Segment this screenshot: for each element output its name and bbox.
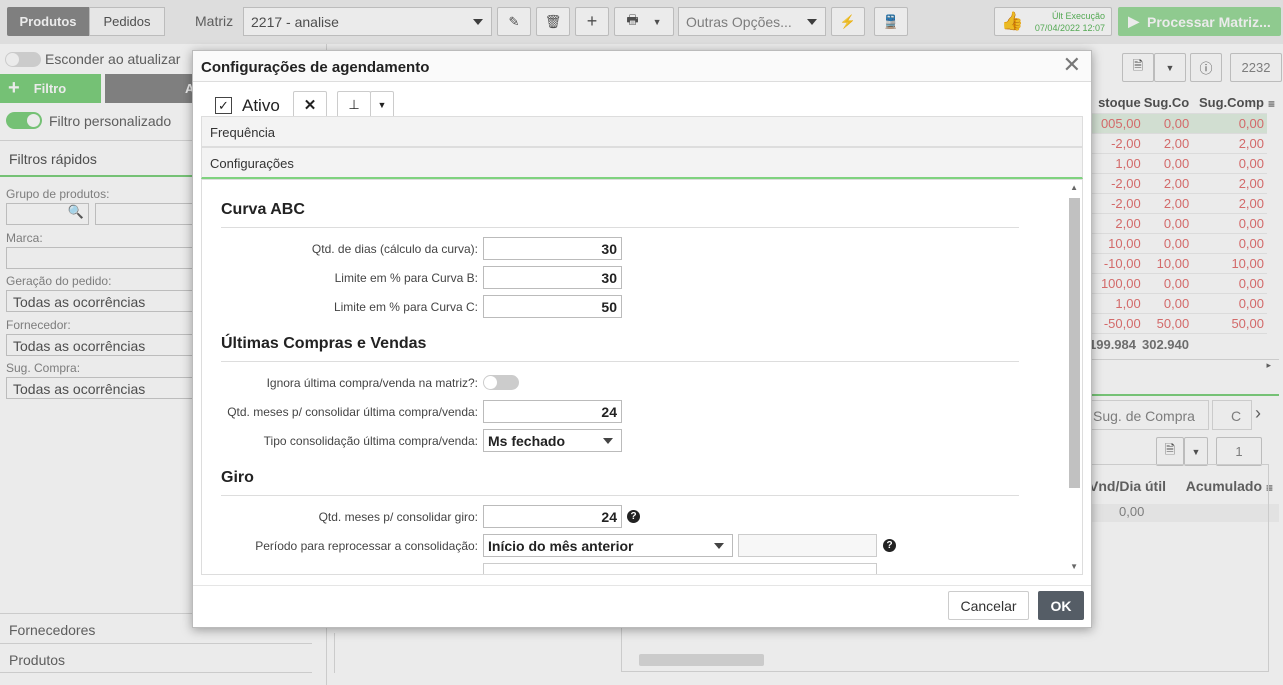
ativo-label: Ativo	[242, 96, 280, 115]
cancelar-button[interactable]: Cancelar	[948, 591, 1029, 620]
frequencia-section[interactable]: Frequência	[201, 116, 1083, 147]
brush-icon: ⊥	[348, 97, 360, 112]
tipo-consol-label: Tipo consolidação última compra/venda:	[263, 434, 478, 448]
limite-b-input[interactable]: 30	[483, 266, 622, 289]
qtd-meses-giro-label: Qtd. meses p/ consolidar giro:	[318, 510, 478, 524]
curva-abc-title: Curva ABC	[221, 201, 305, 218]
qtd-meses-giro-input[interactable]: 24	[483, 505, 622, 528]
scroll-up-icon[interactable]: ▲	[1070, 183, 1078, 192]
tipo-consol-value: Ms fechado	[488, 432, 566, 449]
periodo-label: Período para reprocessar a consolidação:	[255, 539, 478, 553]
scroll-down-icon[interactable]: ▼	[1070, 562, 1078, 571]
dialog-header: Configurações de agendamento ✕	[193, 51, 1091, 82]
periodo-value: Início do mês anterior	[488, 537, 634, 554]
limite-c-input[interactable]: 50	[483, 295, 622, 318]
qtd-dias-label: Qtd. de dias (cálculo da curva):	[311, 242, 478, 256]
chevron-down-icon	[714, 542, 724, 549]
ignora-toggle[interactable]	[483, 375, 519, 390]
ativo-checkbox[interactable]: ✓	[215, 97, 232, 114]
clear-button[interactable]: ✕	[293, 91, 327, 119]
limite-c-label: Limite em % para Curva C:	[333, 300, 478, 314]
chevron-down-icon: ▼	[377, 100, 387, 110]
agendamento-dialog: Configurações de agendamento ✕ ✓ Ativo ✕…	[192, 50, 1092, 628]
footer-divider	[193, 585, 1091, 586]
tool-button[interactable]: ⊥	[337, 91, 371, 119]
giro-title: Giro	[221, 469, 254, 486]
vertical-scrollbar[interactable]	[1069, 198, 1080, 488]
divider	[221, 361, 1019, 362]
x-icon: ✕	[303, 97, 317, 114]
configuracoes-section[interactable]: Configurações	[201, 147, 1083, 179]
ultimas-title: Últimas Compras e Vendas	[221, 335, 427, 352]
qtd-meses-ult-label: Qtd. meses p/ consolidar última compra/v…	[227, 405, 478, 419]
qtd-dias-input[interactable]: 30	[483, 237, 622, 260]
help-icon[interactable]: ?	[627, 510, 640, 523]
help-icon[interactable]: ?	[883, 539, 896, 552]
limite-b-label: Limite em % para Curva B:	[334, 271, 478, 285]
tool-dropdown[interactable]: ▼	[370, 91, 394, 119]
ignora-label: Ignora última compra/venda na matriz?:	[266, 376, 478, 390]
divider	[221, 227, 1019, 228]
periodo-select[interactable]: Início do mês anterior	[483, 534, 733, 557]
periodo-extra-input[interactable]	[738, 534, 877, 557]
tipo-consol-select[interactable]: Ms fechado	[483, 429, 622, 452]
divider	[221, 495, 1019, 496]
configuracoes-content: ▲ ▼ Curva ABC Qtd. de dias (cálculo da c…	[201, 179, 1083, 575]
ok-button[interactable]: OK	[1038, 591, 1084, 620]
dialog-title: Configurações de agendamento	[201, 59, 430, 76]
close-icon[interactable]: ✕	[1063, 52, 1081, 78]
qtd-meses-ult-input[interactable]: 24	[483, 400, 622, 423]
chevron-down-icon	[603, 437, 613, 444]
partial-input[interactable]	[483, 563, 877, 574]
